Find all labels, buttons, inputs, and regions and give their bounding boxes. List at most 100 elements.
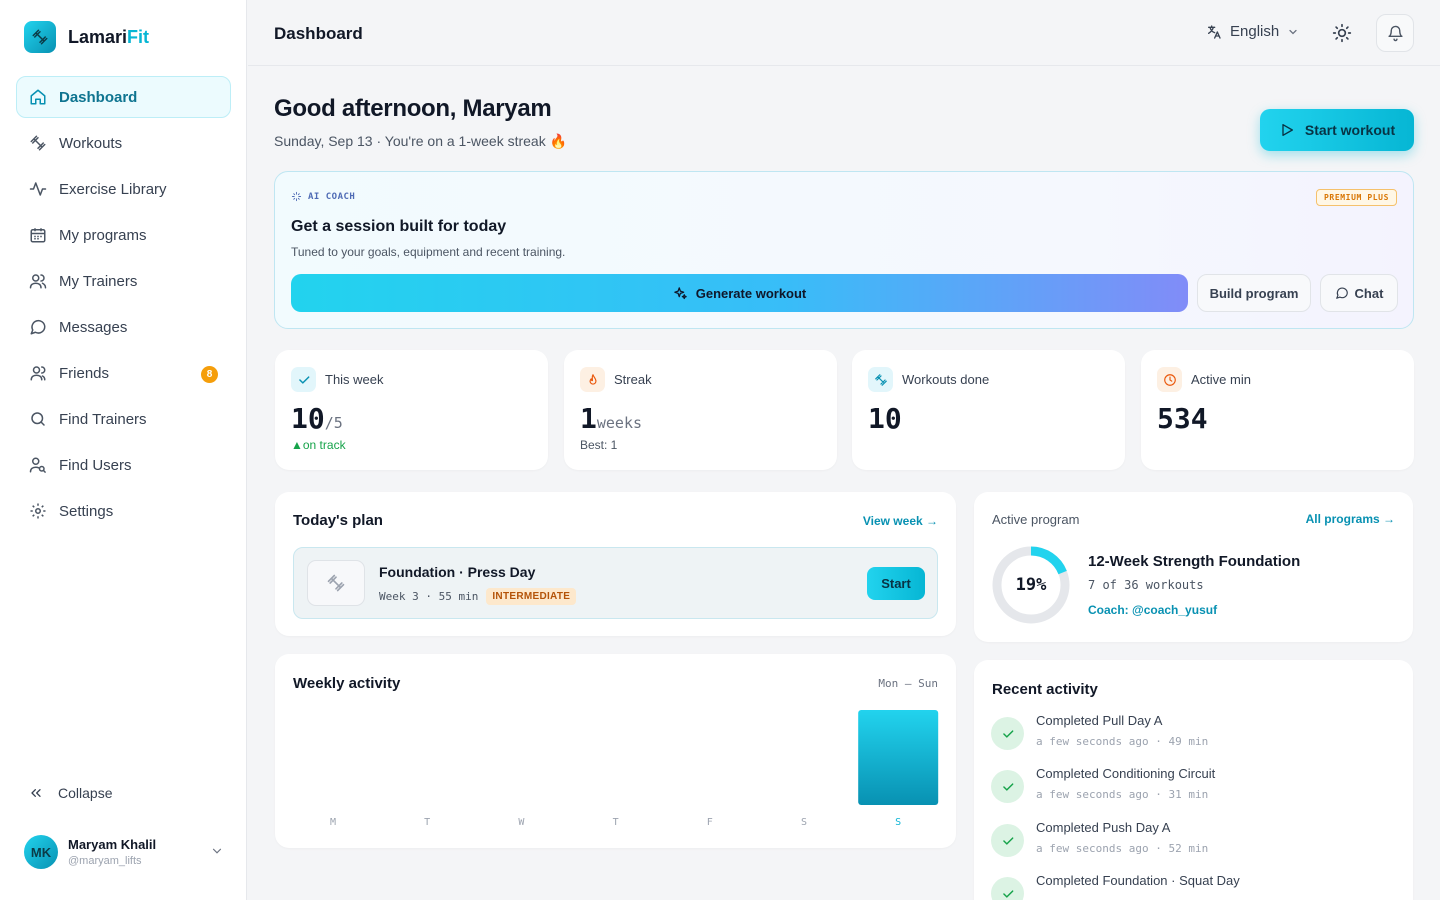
stat-card-workouts-done: Workouts done 10	[852, 350, 1125, 470]
check-icon	[291, 367, 316, 392]
stat-label: Workouts done	[902, 372, 990, 387]
activity-item[interactable]: Completed Conditioning Circuit a few sec…	[991, 766, 1391, 810]
weekly-activity-chart: MTWTFSS	[330, 710, 939, 828]
todays-plan-card: Today's plan View week → Foundation · Pr…	[275, 492, 956, 636]
chart-tick-label-3: T	[613, 817, 619, 828]
language-label: English	[1230, 23, 1280, 40]
activity-item[interactable]: Completed Push Day A a few seconds ago ·…	[991, 820, 1391, 864]
dumbbell-icon	[29, 134, 47, 152]
active-program-card: Active program All programs → 19% 12-Wee…	[974, 492, 1413, 642]
activity-title: Completed Conditioning Circuit	[1036, 766, 1216, 781]
sidebar-item-find-users[interactable]: Find Users	[16, 444, 231, 486]
stat-note: Best: 1	[580, 438, 618, 452]
search-icon	[29, 410, 47, 428]
sidebar-item-messages[interactable]: Messages	[16, 306, 231, 348]
chevrons-left-icon	[28, 785, 44, 801]
generate-workout-label: Generate workout	[695, 285, 807, 301]
sparkles-icon	[291, 191, 302, 202]
activity-meta: a few seconds ago · 49 min	[1036, 735, 1209, 748]
user-handle: @maryam_lifts	[68, 855, 142, 867]
stat-label: Streak	[614, 372, 652, 387]
stat-value: 10	[868, 402, 902, 435]
friends-icon	[29, 364, 47, 382]
collapse-button[interactable]: Collapse	[28, 785, 112, 801]
language-selector[interactable]: English	[1206, 23, 1299, 40]
theme-toggle-button[interactable]	[1332, 23, 1352, 43]
notifications-button[interactable]	[1376, 14, 1414, 52]
level-badge: INTERMEDIATE	[486, 588, 577, 605]
sidebar-item-exercise-library[interactable]: Exercise Library	[16, 168, 231, 210]
all-programs-link[interactable]: All programs →	[1306, 512, 1395, 526]
check-icon	[991, 717, 1024, 750]
chart-tick-label-6: S	[895, 817, 901, 828]
sidebar-item-friends[interactable]: Friends 8	[16, 352, 231, 394]
recent-activity-card: Recent activity Completed Pull Day A a f…	[974, 660, 1413, 900]
calendar-icon	[29, 226, 47, 244]
activity-item[interactable]: Completed Pull Day A a few seconds ago ·…	[991, 713, 1391, 757]
activity-meta: a few seconds ago · 52 min	[1036, 842, 1209, 855]
sun-icon	[1332, 23, 1352, 43]
chat-icon	[1335, 286, 1349, 300]
translate-icon	[1206, 24, 1222, 40]
build-program-button[interactable]: Build program	[1197, 274, 1311, 312]
sidebar-item-label: Messages	[59, 318, 128, 336]
stat-label: Active min	[1191, 372, 1251, 387]
home-icon	[29, 88, 47, 106]
stat-header: Streak	[580, 367, 652, 392]
sidebar-item-my-trainers[interactable]: My Trainers	[16, 260, 231, 302]
program-count: 7 of 36 workouts	[1088, 578, 1204, 592]
chart-tick-label-0: M	[330, 817, 336, 828]
avatar: MK	[24, 835, 58, 869]
plan-item[interactable]: Foundation · Press Day Week 3 · 55 min I…	[293, 547, 938, 619]
sidebar-item-my-programs[interactable]: My programs	[16, 214, 231, 256]
stat-header: Active min	[1157, 367, 1251, 392]
chevron-down-icon	[1287, 26, 1299, 38]
play-icon	[1279, 122, 1295, 138]
sidebar-nav: Dashboard Workouts Exercise Library My p…	[16, 76, 231, 536]
plan-name: Foundation · Press Day	[379, 564, 536, 580]
ai-coach-card: AI COACH PREMIUM PLUS Get a session buil…	[274, 171, 1414, 329]
start-workout-button[interactable]: Start workout	[1260, 109, 1414, 151]
program-progress-value: 19%	[1015, 575, 1047, 595]
plan-meta: Week 3 · 55 min INTERMEDIATE	[379, 588, 577, 605]
program-coach-link[interactable]: Coach: @coach_yusuf	[1088, 603, 1217, 617]
generate-workout-button[interactable]: Generate workout	[291, 274, 1188, 312]
ai-coach-tag: AI COACH	[291, 191, 355, 202]
activity-title: Completed Foundation · Squat Day	[1036, 873, 1240, 888]
sidebar-item-label: Find Trainers	[59, 410, 147, 428]
brand[interactable]: LamariFit	[24, 21, 149, 53]
dumbbell-icon	[24, 21, 56, 53]
card-title: Today's plan	[293, 512, 383, 529]
sidebar-item-settings[interactable]: Settings	[16, 490, 231, 532]
start-workout-label: Start workout	[1304, 122, 1396, 138]
greeting-subtitle: Sunday, Sep 13 · You're on a 1-week stre…	[274, 133, 568, 149]
gear-icon	[29, 502, 47, 520]
dumbbell-icon	[307, 560, 365, 606]
view-week-link[interactable]: View week →	[863, 514, 938, 528]
card-title: Recent activity	[992, 681, 1098, 698]
sidebar-item-find-trainers[interactable]: Find Trainers	[16, 398, 231, 440]
top-header: Dashboard English	[248, 0, 1440, 66]
chat-button[interactable]: Chat	[1320, 274, 1398, 312]
sidebar-item-label: My programs	[59, 226, 147, 244]
coach-subtitle: Tuned to your goals, equipment and recen…	[291, 245, 566, 259]
sidebar-item-dashboard[interactable]: Dashboard	[16, 76, 231, 118]
user-name: Maryam Khalil	[68, 837, 157, 852]
stat-header: Workouts done	[868, 367, 989, 392]
sidebar-item-label: Workouts	[59, 134, 123, 152]
chart-tick-label-5: S	[801, 817, 807, 828]
premium-badge: PREMIUM PLUS	[1316, 189, 1397, 206]
sidebar-item-label: My Trainers	[59, 272, 138, 290]
user-menu[interactable]: MK Maryam Khalil @maryam_lifts	[24, 834, 224, 870]
activity-title: Completed Push Day A	[1036, 820, 1171, 835]
chart-tick-label-1: T	[424, 817, 430, 828]
chat-label: Chat	[1354, 285, 1384, 301]
flame-icon	[580, 367, 605, 392]
plan-start-button[interactable]: Start	[867, 567, 925, 600]
bell-icon	[1387, 25, 1404, 42]
chart-bar-6	[858, 710, 939, 805]
activity-item[interactable]: Completed Foundation · Squat Day	[991, 873, 1391, 900]
stat-card-streak: Streak 1 weeks Best: 1	[564, 350, 837, 470]
stat-header: This week	[291, 367, 384, 392]
sidebar-item-workouts[interactable]: Workouts	[16, 122, 231, 164]
